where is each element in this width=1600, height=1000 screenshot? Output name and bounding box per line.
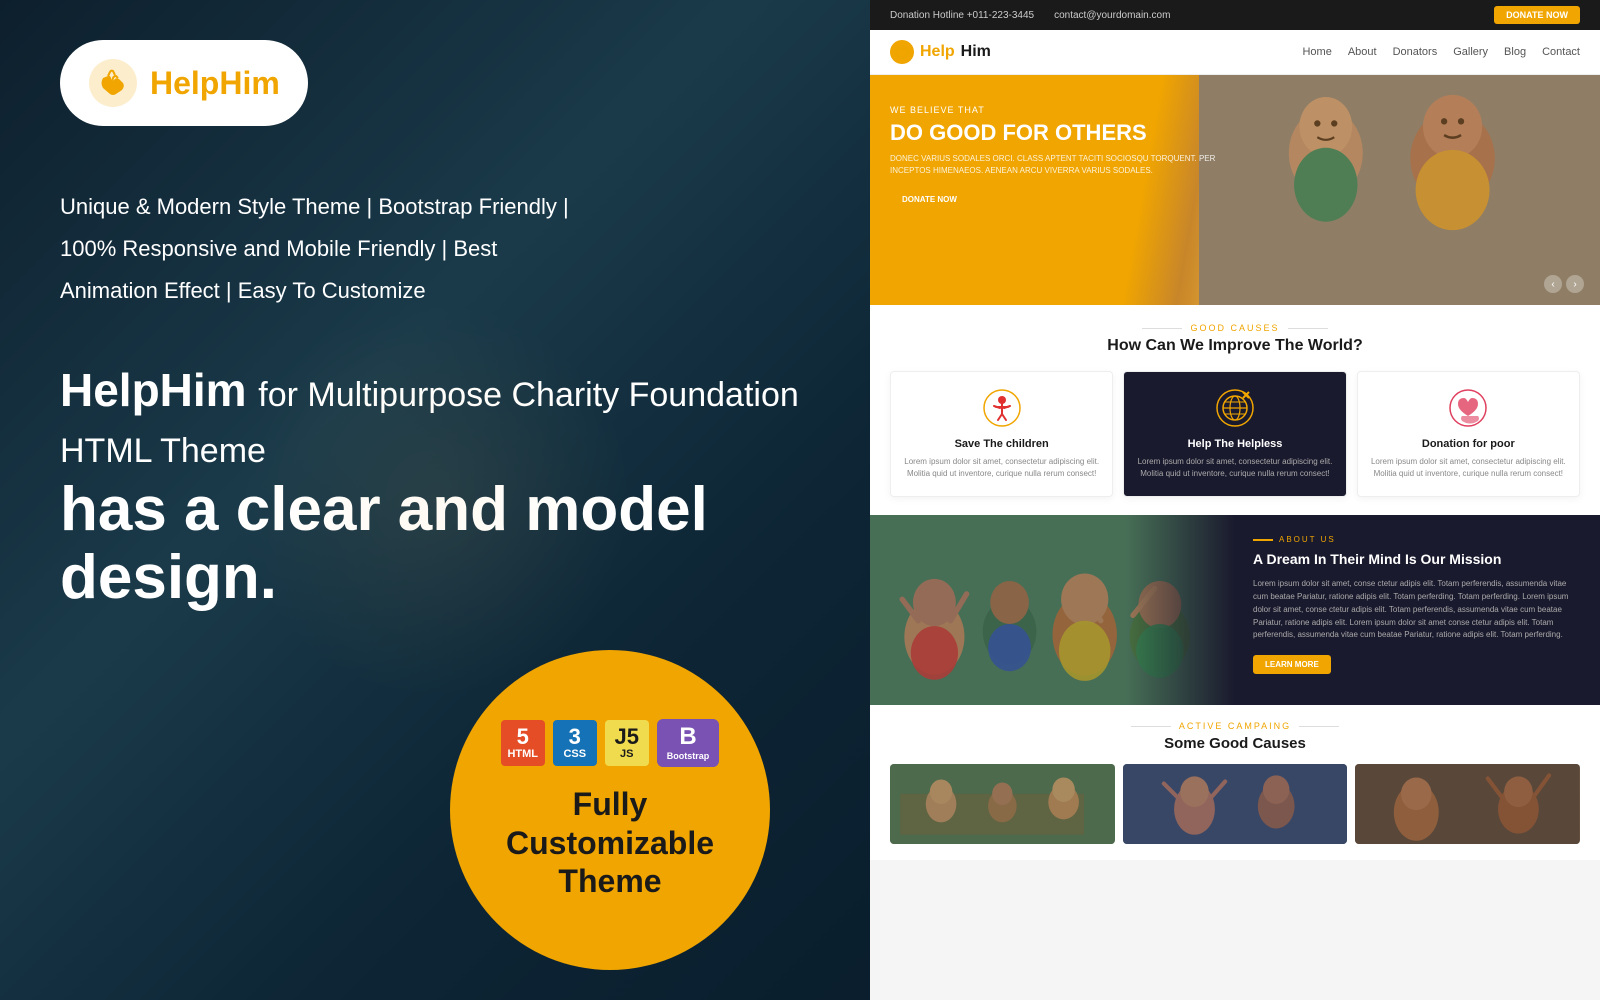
cause-title-2: Help The Helpless: [1136, 438, 1333, 450]
causes-title: How Can We Improve The World?: [890, 337, 1580, 355]
about-image-overlay: [870, 515, 1235, 705]
nav-logo-text2: Him: [961, 43, 991, 61]
tech-circle: 5 HTML 3 CSS J5 JS B Bootstrap FullyCust…: [450, 650, 770, 970]
campaign-img-2: [1123, 764, 1348, 844]
campaign-card-2: [1123, 764, 1348, 844]
about-text: Lorem ipsum dolor sit amet, conse ctetur…: [1253, 578, 1582, 642]
logo-oval: HelpHim: [60, 40, 308, 126]
campaign-cards: [890, 764, 1580, 844]
css3-badge: 3 CSS: [553, 720, 597, 766]
html5-badge: 5 HTML: [501, 720, 545, 766]
cause-card-2: Help The Helpless Lorem ipsum dolor sit …: [1123, 371, 1346, 497]
causes-section: GOOD CAUSES How Can We Improve The World…: [870, 305, 1600, 515]
about-title: A Dream In Their Mind Is Our Mission: [1253, 550, 1582, 568]
nav-logo-text: Help: [920, 43, 955, 61]
next-arrow[interactable]: ›: [1566, 275, 1584, 293]
bootstrap-badge: B Bootstrap: [657, 719, 720, 767]
nav-donators[interactable]: Donators: [1393, 46, 1438, 58]
cause-icon-3: [1448, 388, 1488, 428]
headline-bold: HelpHim: [60, 364, 247, 416]
features-text: Unique & Modern Style Theme | Bootstrap …: [60, 186, 810, 311]
logo-text: HelpHim: [150, 65, 280, 102]
nav-gallery[interactable]: Gallery: [1453, 46, 1488, 58]
campaign-card-1: [890, 764, 1115, 844]
nav-contact[interactable]: Contact: [1542, 46, 1580, 58]
about-label: ABOUT US: [1253, 535, 1582, 544]
campaigns-label: ACTIVE CAMPAING: [890, 721, 1580, 731]
hero-image-area: [1199, 75, 1600, 305]
phone-info: Donation Hotline +011-223-3445: [890, 10, 1034, 21]
prev-arrow[interactable]: ‹: [1544, 275, 1562, 293]
top-bar: Donation Hotline +011-223-3445 contact@y…: [870, 0, 1600, 30]
about-image: [870, 515, 1235, 705]
cause-title-1: Save The children: [903, 438, 1100, 450]
top-bar-left: Donation Hotline +011-223-3445 contact@y…: [890, 10, 1170, 21]
about-content: ABOUT US A Dream In Their Mind Is Our Mi…: [1235, 515, 1600, 705]
hero-children-img: [1199, 75, 1600, 305]
cause-title-3: Donation for poor: [1370, 438, 1567, 450]
right-panel: Donation Hotline +011-223-3445 contact@y…: [870, 0, 1600, 1000]
website-preview: Donation Hotline +011-223-3445 contact@y…: [870, 0, 1600, 1000]
about-section: ABOUT US A Dream In Their Mind Is Our Mi…: [870, 515, 1600, 705]
email-info: contact@yourdomain.com: [1054, 10, 1170, 21]
learn-more-btn[interactable]: LEARN MORE: [1253, 655, 1331, 674]
hero-content: WE BELIEVE THAT DO GOOD FOR OTHERS DONEC…: [890, 105, 1219, 209]
nav-home[interactable]: Home: [1302, 46, 1331, 58]
causes-cards: Save The children Lorem ipsum dolor sit …: [890, 371, 1580, 497]
js-badge: J5 JS: [605, 720, 649, 766]
cause-icon-2: [1215, 388, 1255, 428]
logo-icon: [88, 58, 138, 108]
cause-desc-2: Lorem ipsum dolor sit amet, consectetur …: [1136, 456, 1333, 480]
nav-blog[interactable]: Blog: [1504, 46, 1526, 58]
hero-description: DONEC VARIUS SODALES ORCI. CLASS APTENT …: [890, 153, 1219, 177]
circle-text: FullyCustomizableTheme: [506, 785, 714, 900]
hero-section: WE BELIEVE THAT DO GOOD FOR OTHERS DONEC…: [870, 75, 1600, 305]
tech-badges: 5 HTML 3 CSS J5 JS B Bootstrap: [501, 719, 720, 767]
hero-donate-btn[interactable]: DONATE NOW: [890, 190, 969, 209]
cause-desc-3: Lorem ipsum dolor sit amet, consectetur …: [1370, 456, 1567, 480]
cause-card-3: Donation for poor Lorem ipsum dolor sit …: [1357, 371, 1580, 497]
hero-small-label: WE BELIEVE THAT: [890, 105, 1219, 115]
nav-bar: Help Him Home About Donators Gallery Blog…: [870, 30, 1600, 75]
campaign-img-1: [890, 764, 1115, 844]
campaign-card-3: [1355, 764, 1580, 844]
cause-card-1: Save The children Lorem ipsum dolor sit …: [890, 371, 1113, 497]
hero-arrows: ‹ ›: [1544, 275, 1584, 293]
campaigns-title: Some Good Causes: [890, 735, 1580, 752]
nav-logo-icon: [890, 40, 914, 64]
cause-icon-1: [982, 388, 1022, 428]
nav-logo: Help Him: [890, 40, 991, 64]
cause-desc-1: Lorem ipsum dolor sit amet, consectetur …: [903, 456, 1100, 480]
nav-links: Home About Donators Gallery Blog Contact: [1302, 46, 1580, 58]
left-panel: HelpHim Unique & Modern Style Theme | Bo…: [0, 0, 870, 1000]
hero-title: DO GOOD FOR OTHERS: [890, 121, 1219, 145]
campaigns-section: ACTIVE CAMPAING Some Good Causes: [870, 705, 1600, 860]
nav-about[interactable]: About: [1348, 46, 1377, 58]
logo-container: HelpHim: [60, 40, 810, 126]
main-headline: HelpHim for Multipurpose Charity Foundat…: [60, 361, 810, 612]
headline-line2: has a clear and model design.: [60, 476, 810, 612]
campaign-img-3: [1355, 764, 1580, 844]
causes-label: GOOD CAUSES: [890, 323, 1580, 333]
topbar-donate-btn[interactable]: DONATE NOW: [1494, 6, 1580, 24]
